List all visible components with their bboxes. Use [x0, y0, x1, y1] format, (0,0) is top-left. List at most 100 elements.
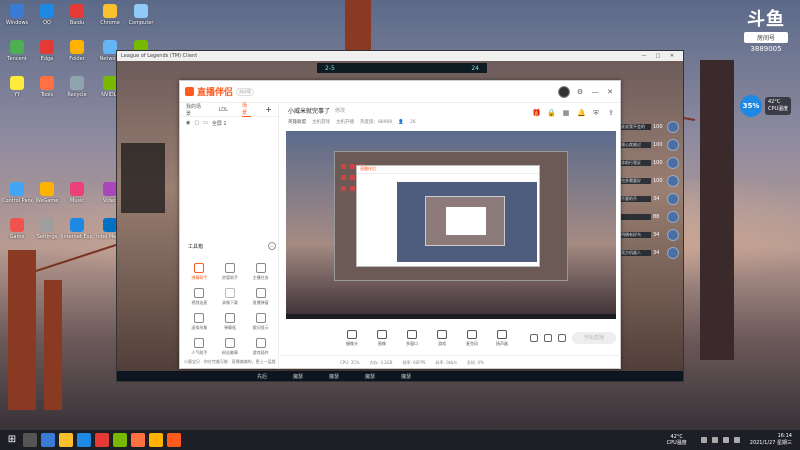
desktop-icon-label: Game — [9, 234, 25, 240]
control-button[interactable]: 摄像头 — [338, 329, 366, 347]
eye-icon[interactable]: ◉ — [186, 120, 190, 126]
tool-item[interactable]: 歌词显示 — [245, 313, 276, 331]
streaming-app-window[interactable]: 直播伴侣 测试版 ⚙ — ✕ 我的场景 LOL 场景 + ◉ ▢ ▭ 全屏 1 … — [179, 80, 621, 369]
app-icon — [70, 4, 84, 18]
champion-icon — [667, 175, 679, 187]
control-label: 多窗口 — [406, 340, 418, 346]
gear-icon[interactable] — [558, 334, 566, 342]
streaming-app-icon[interactable] — [167, 433, 181, 447]
tag-label[interactable]: 主机开播 — [336, 119, 354, 125]
toolbox-title: 工具箱 — [188, 244, 204, 250]
bell-icon[interactable]: 🔔 — [577, 109, 586, 117]
control-button[interactable]: 扬声器 — [488, 329, 516, 347]
lock-icon[interactable]: 🔒 — [547, 109, 556, 117]
shield-icon[interactable]: ⛨ — [592, 109, 600, 117]
game-titlebar[interactable]: League of Legends (TM) Client — □ ✕ — [117, 51, 683, 61]
stream-preview[interactable]: 直播伴侣 — [286, 131, 616, 319]
desktop-icon[interactable]: Computer — [126, 4, 156, 26]
maximize-icon[interactable]: □ — [651, 53, 665, 59]
scene-item[interactable]: ◉ ▢ ▭ 全屏 1 — [180, 117, 278, 129]
control-button[interactable]: 多窗口 — [398, 329, 426, 347]
gift-icon[interactable]: 🎁 — [532, 109, 541, 117]
app-icon[interactable] — [113, 433, 127, 447]
desktop-icon[interactable]: Internet Explorer — [62, 218, 92, 240]
control-button[interactable]: 麦克风 — [458, 329, 486, 347]
chrome-icon[interactable] — [59, 433, 73, 447]
close-icon[interactable]: ✕ — [665, 53, 679, 59]
calendar-icon[interactable]: ▦ — [562, 109, 570, 117]
clock[interactable]: 16:14 2021/1/27 星期三 — [750, 433, 792, 447]
record-icon[interactable] — [530, 334, 538, 342]
tool-item[interactable]: 人气助手 — [184, 338, 215, 356]
app-icon — [134, 4, 148, 18]
more-icon[interactable]: … — [268, 242, 276, 250]
control-icon — [437, 329, 447, 339]
player-row: 谁说我不会的 100 — [619, 121, 679, 133]
tab-my-scenes[interactable]: 我的场景 — [186, 103, 205, 117]
settings-icon[interactable]: ⚙ — [575, 87, 585, 97]
tool-icon — [194, 313, 205, 323]
app-icon[interactable] — [131, 433, 145, 447]
avatar[interactable] — [558, 85, 570, 98]
add-scene-icon[interactable]: + — [265, 105, 272, 114]
app-icon[interactable] — [95, 433, 109, 447]
tool-item[interactable]: 弹幕助手 — [184, 263, 215, 281]
tab-lol[interactable]: LOL — [219, 107, 228, 113]
desktop-icon[interactable]: Folder — [62, 40, 92, 62]
champion-icon — [667, 193, 679, 205]
tab-scene[interactable]: 场景 — [241, 102, 252, 117]
edit-title-link[interactable]: 修改 — [335, 107, 345, 114]
minimize-icon[interactable]: — — [590, 87, 600, 97]
desktop-icon[interactable]: Baidu — [62, 4, 92, 26]
close-icon[interactable]: ✕ — [605, 87, 615, 97]
tool-item[interactable]: 视频连麦 — [184, 288, 215, 306]
desktop-icon-label: Chrome — [100, 20, 120, 26]
tool-item[interactable]: 弹幕瓶 — [215, 313, 246, 331]
minimize-icon[interactable]: — — [637, 53, 651, 59]
desktop-icon[interactable]: Windows — [2, 4, 32, 26]
desktop-icon[interactable]: WeGame — [32, 182, 62, 204]
qq-icon[interactable] — [77, 433, 91, 447]
app-icon — [103, 76, 117, 90]
windows-start-icon[interactable]: ⊞ — [5, 433, 19, 447]
desktop-icon[interactable]: Settings — [32, 218, 62, 240]
category-label[interactable]: 英雄联盟 — [288, 119, 306, 125]
bridge-tower — [700, 60, 734, 360]
volume-icon[interactable] — [733, 437, 740, 443]
player-level: 100 — [653, 142, 663, 148]
tray-icon[interactable] — [700, 437, 707, 443]
control-button[interactable]: 游戏 — [428, 329, 456, 347]
start-stream-button[interactable]: 开始直播 — [572, 332, 616, 344]
settings-icon[interactable] — [544, 334, 552, 342]
tool-item[interactable]: 录像下载 — [215, 288, 246, 306]
desktop-icon[interactable]: Chrome — [95, 4, 125, 26]
desktop-icon[interactable]: YY — [2, 76, 32, 98]
desktop-icon[interactable]: Tencent — [2, 40, 32, 62]
desktop-icon[interactable]: Music — [62, 182, 92, 204]
desktop-icon-label: Edge — [40, 56, 54, 62]
tool-item[interactable]: 粉丝徽章 — [215, 338, 246, 356]
tool-item[interactable]: 房管助手 — [215, 263, 246, 281]
desktop-icon[interactable]: Edge — [32, 40, 62, 62]
lock-icon[interactable]: ▢ — [194, 120, 199, 126]
tool-item[interactable]: 主播任务 — [245, 263, 276, 281]
tool-item[interactable]: 直播弹窗 — [245, 288, 276, 306]
desktop-icon[interactable]: QQ — [32, 4, 62, 26]
search-icon[interactable] — [23, 433, 37, 447]
share-icon[interactable]: ⇪ — [607, 109, 615, 117]
tag-label[interactable]: 主机游戏 — [312, 119, 330, 125]
tray-icon[interactable] — [711, 437, 718, 443]
folder-icon[interactable] — [149, 433, 163, 447]
tool-icon — [255, 263, 266, 273]
tool-item[interactable]: 虚拟形象 — [184, 313, 215, 331]
taskview-icon[interactable] — [41, 433, 55, 447]
control-button[interactable]: 图像 — [368, 329, 396, 347]
tool-item[interactable]: 游戏插件 — [245, 338, 276, 356]
desktop-icon[interactable]: Game — [2, 218, 32, 240]
desktop-icon[interactable]: Control Panel — [2, 182, 32, 204]
app-icon — [40, 218, 54, 232]
tool-label: 弹幕瓶 — [223, 325, 236, 330]
network-icon[interactable] — [722, 437, 729, 443]
desktop-icon[interactable]: Tools — [32, 76, 62, 98]
desktop-icon[interactable]: Recycle — [62, 76, 92, 98]
